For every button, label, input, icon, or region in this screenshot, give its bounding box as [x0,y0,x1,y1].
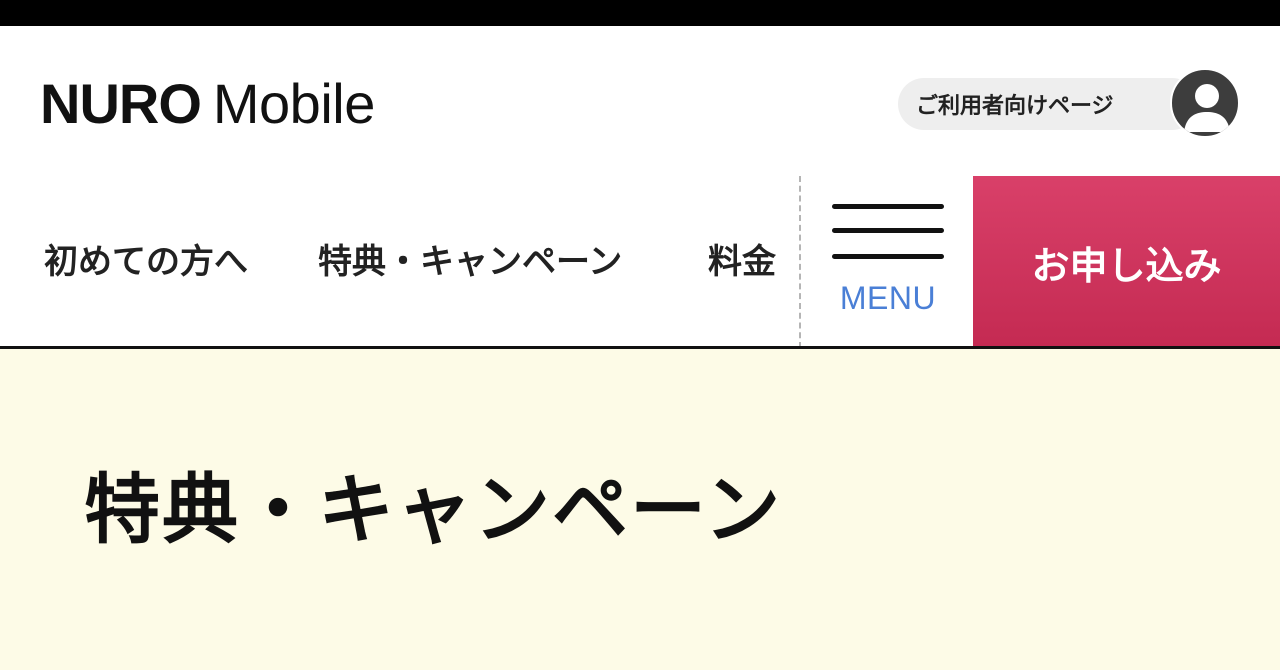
main-navigation: 初めての方へ 特典・キャンペーン 料金 MENU お申し込み [0,176,1280,348]
status-bar [0,0,1280,26]
menu-label: MENU [839,280,937,316]
nav-item-first-time[interactable]: 初めての方へ [44,242,248,283]
logo-mobile-text: Mobile [212,72,375,135]
user-page-label: ご利用者向けページ [916,94,1114,119]
campaign-hero: 特典・キャンペーン [0,349,1280,670]
user-page-button[interactable]: ご利用者向けページ [898,68,1240,138]
nuro-mobile-logo[interactable]: NURO Mobile [40,76,375,132]
page-title: 特典・キャンペーン [84,465,783,554]
logo-nuro-text: NURO [40,72,202,135]
user-avatar-icon [1170,68,1240,138]
menu-button[interactable]: MENU [830,176,946,348]
nav-divider [799,176,801,348]
site-header: NURO Mobile ご利用者向けページ [0,26,1280,176]
apply-button[interactable]: お申し込み [973,176,1280,348]
nav-item-pricing[interactable]: 料金 [708,242,776,283]
nav-item-campaign[interactable]: 特典・キャンペーン [318,242,622,283]
apply-button-label: お申し込み [1031,243,1222,288]
